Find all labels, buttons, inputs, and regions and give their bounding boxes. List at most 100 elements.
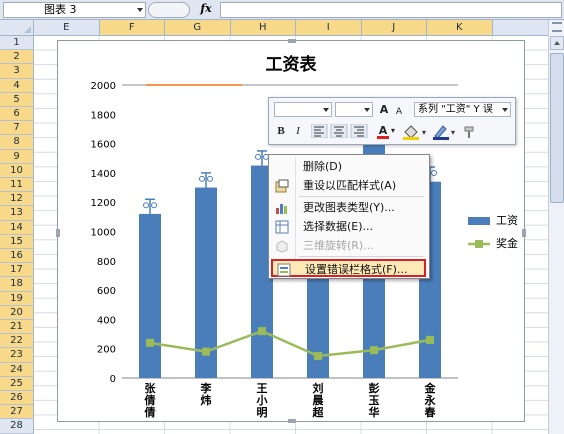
error-bar-handle	[199, 175, 205, 182]
align-center-icon[interactable]	[330, 124, 348, 138]
context-menu: 删除(D) 重设以匹配样式(A) 更改图表类型(Y)... 选择数据(E)... 三维旋…	[268, 154, 430, 279]
align-buttons	[311, 124, 368, 138]
context-menu-item[interactable]: 设置错误栏格式(F)...	[271, 259, 426, 277]
row-header-3[interactable]: 3	[0, 64, 33, 79]
chevron-down-icon[interactable]: ▾	[422, 128, 426, 137]
chevron-down-icon[interactable]	[136, 3, 145, 17]
series-select[interactable]: 系列 "工资" Y 误	[414, 102, 511, 117]
bar	[139, 213, 161, 378]
y-tick-label: 800	[97, 257, 116, 268]
column-header-h[interactable]: H	[230, 20, 296, 35]
row-header-19[interactable]: 19	[0, 291, 33, 306]
insert-function-button[interactable]: fx	[196, 1, 216, 17]
mini-toolbar: A A 系列 "工资" Y 误 B I A ▾ ▾ ▾	[268, 97, 516, 145]
name-box[interactable]: 图表 3	[3, 2, 146, 18]
font-name-select[interactable]	[274, 102, 332, 117]
row-header-26[interactable]: 26	[0, 391, 33, 406]
row-header-5[interactable]: 5	[0, 92, 33, 107]
column-header-k[interactable]: K	[427, 20, 493, 35]
align-left-icon[interactable]	[311, 124, 328, 138]
grow-font-button[interactable]: A	[377, 102, 391, 118]
row-header-12[interactable]: 12	[0, 192, 33, 207]
row-header-17[interactable]: 17	[0, 263, 33, 278]
fill-bucket-icon[interactable]	[403, 125, 419, 140]
row-header-20[interactable]: 20	[0, 305, 33, 320]
row-header-4[interactable]: 4	[0, 78, 33, 93]
context-menu-item[interactable]: 删除(D)	[271, 158, 426, 176]
x-tick-label-char: 张	[145, 381, 157, 395]
row-header-14[interactable]: 14	[0, 220, 33, 235]
menu-separator	[299, 196, 424, 197]
format-buttons: ▾ ▾	[403, 125, 474, 140]
context-menu-item[interactable]: 更改图表类型(Y)...	[271, 199, 426, 217]
column-header-g[interactable]: G	[165, 20, 231, 35]
x-tick-label-char: 炜	[201, 393, 212, 407]
chart-title: 工资表	[266, 54, 318, 75]
shrink-font-button[interactable]: A	[393, 104, 405, 120]
formula-input[interactable]	[220, 2, 562, 18]
chevron-down-icon[interactable]	[323, 108, 329, 112]
split-handle-icon[interactable]	[552, 22, 562, 32]
column-header-f[interactable]: F	[99, 20, 165, 35]
row-header-8[interactable]: 8	[0, 135, 33, 150]
legend-swatch-marker	[475, 240, 483, 248]
row-header-16[interactable]: 16	[0, 249, 33, 264]
align-right-icon[interactable]	[350, 124, 368, 138]
y-tick-label: 1400	[91, 169, 116, 180]
row-header-28[interactable]: 28	[0, 419, 33, 434]
column-header-i[interactable]: I	[296, 20, 362, 35]
select-data-icon	[275, 220, 289, 234]
scroll-thumb[interactable]	[550, 53, 564, 203]
row-header-9[interactable]: 9	[0, 149, 33, 164]
outline-pen-icon[interactable]	[433, 125, 449, 140]
row-header-15[interactable]: 15	[0, 234, 33, 249]
context-menu-item[interactable]: 选择数据(E)...	[271, 218, 426, 236]
row-header-24[interactable]: 24	[0, 362, 33, 377]
context-menu-item-label: 更改图表类型(Y)...	[303, 201, 395, 214]
chevron-down-icon[interactable]: ▾	[389, 123, 397, 139]
context-menu-item[interactable]: 重设以匹配样式(A)	[271, 177, 426, 195]
row-header-13[interactable]: 13	[0, 206, 33, 221]
formula-bar-pill[interactable]	[148, 2, 190, 18]
row-header-23[interactable]: 23	[0, 348, 33, 363]
scroll-up-arrow-icon[interactable]	[550, 36, 564, 50]
x-tick-label-char: 小	[256, 393, 268, 407]
row-header-25[interactable]: 25	[0, 376, 33, 391]
menu-separator	[299, 256, 424, 257]
line-point	[426, 335, 434, 344]
vertical-scrollbar[interactable]	[548, 20, 564, 434]
y-tick-label: 1200	[91, 198, 116, 209]
bold-button[interactable]: B	[274, 123, 288, 139]
x-tick-label-char: 春	[425, 405, 437, 419]
font-color-button[interactable]: A	[377, 123, 389, 139]
blank-icon	[275, 160, 289, 174]
chevron-down-icon[interactable]	[364, 108, 370, 112]
line-point	[146, 338, 154, 347]
line-point	[370, 346, 378, 355]
x-tick-label-char: 超	[312, 405, 325, 419]
x-tick-label-char: 彭	[369, 381, 380, 395]
chevron-down-icon[interactable]: ▾	[451, 128, 455, 137]
column-header-e[interactable]: E	[34, 20, 100, 35]
select-all-corner[interactable]	[0, 20, 34, 36]
row-header-22[interactable]: 22	[0, 334, 33, 349]
font-size-select[interactable]	[335, 102, 373, 117]
row-header-27[interactable]: 27	[0, 405, 33, 420]
legend-label-salary: 工资	[496, 214, 518, 227]
y-tick-label: 1000	[91, 228, 116, 239]
row-header-6[interactable]: 6	[0, 107, 33, 122]
formula-bar: 图表 3 fx	[0, 0, 564, 20]
chevron-down-icon[interactable]	[502, 108, 508, 112]
row-header-7[interactable]: 7	[0, 121, 33, 136]
row-header-18[interactable]: 18	[0, 277, 33, 292]
italic-button[interactable]: I	[291, 123, 305, 139]
context-menu-item-label: 三维旋转(R)...	[303, 239, 374, 252]
x-tick-label-char: 永	[424, 393, 437, 407]
row-header-2[interactable]: 2	[0, 50, 33, 65]
row-header-10[interactable]: 10	[0, 163, 33, 178]
row-header-21[interactable]: 21	[0, 320, 33, 335]
row-header-11[interactable]: 11	[0, 178, 33, 193]
row-header-1[interactable]: 1	[0, 36, 33, 51]
format-painter-icon[interactable]	[464, 126, 474, 138]
column-header-j[interactable]: J	[361, 20, 427, 35]
